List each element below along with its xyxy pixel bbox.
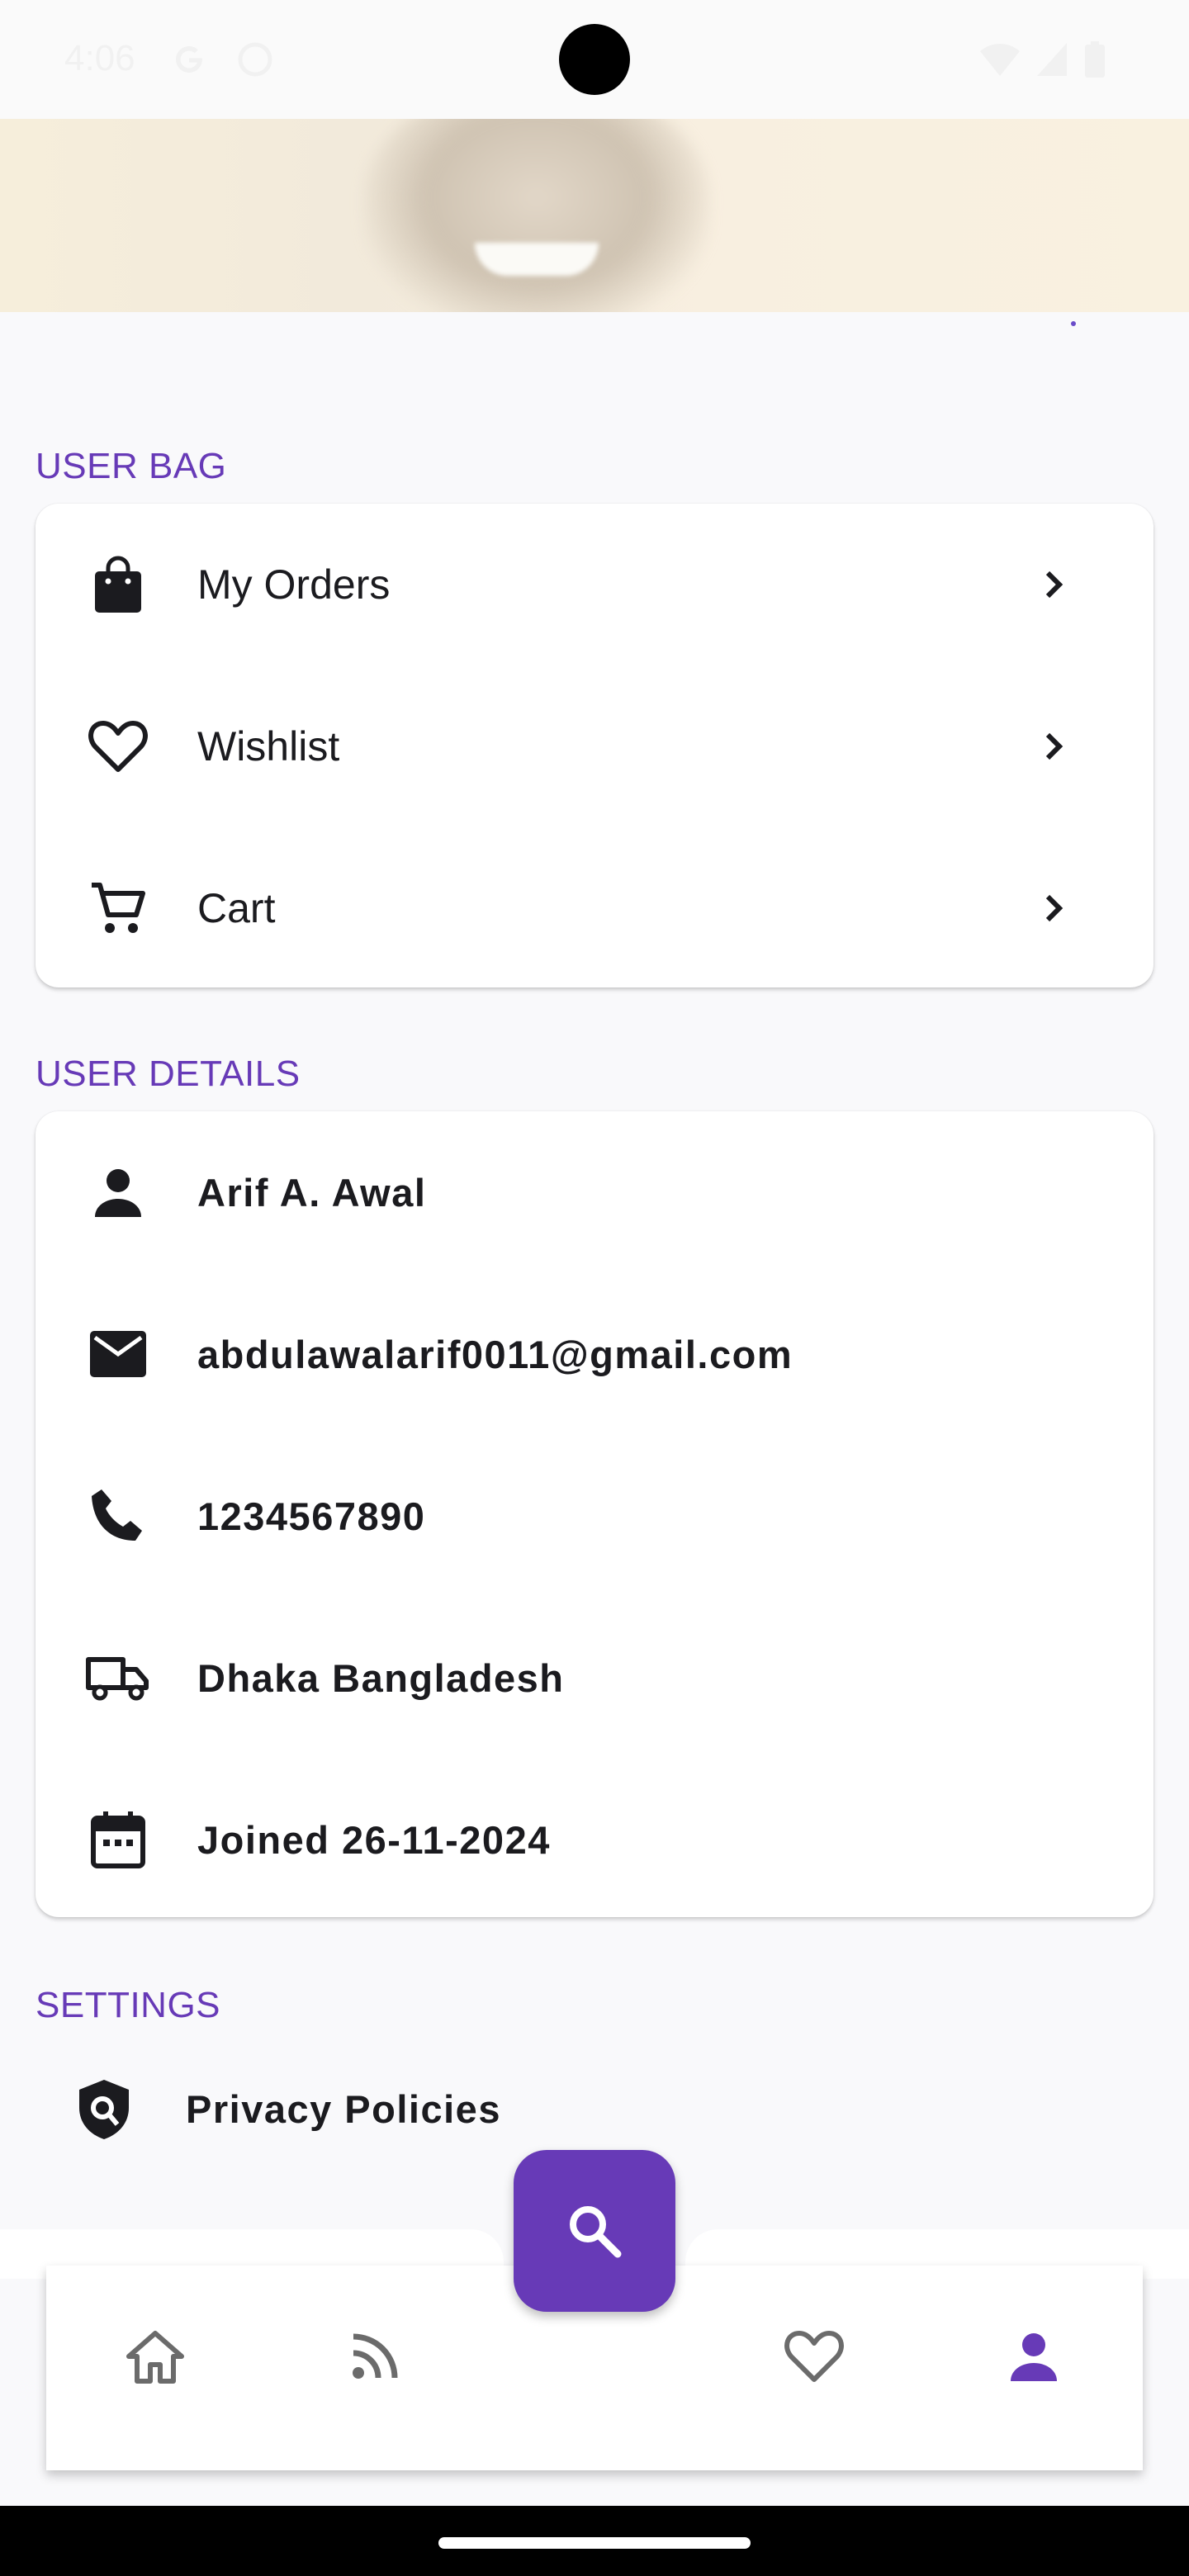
section-title-user-bag: USER BAG: [36, 446, 227, 486]
detail-row-joined: Joined 26-11-2024: [36, 1759, 1153, 1920]
google-icon: [176, 46, 202, 73]
menu-item-label: My Orders: [197, 561, 391, 608]
user-details-card: Arif A. Awal abdulawalarif0011@gmail.com…: [36, 1111, 1153, 1917]
profile-photo: [363, 119, 710, 312]
user-name: Arif A. Awal: [197, 1170, 427, 1215]
photo-detail: [475, 243, 599, 276]
heart-outline-icon: [784, 2331, 844, 2382]
detail-row-name: Arif A. Awal: [36, 1111, 1153, 1273]
chevron-right-icon: [1030, 883, 1079, 933]
chevron-right-icon: [1030, 722, 1079, 771]
user-phone: 1234567890: [197, 1494, 426, 1538]
search-icon: [570, 2206, 622, 2258]
user-bag-card: My Orders Wishlist Cart: [36, 504, 1153, 987]
person-icon: [1011, 2333, 1057, 2381]
section-title-user-details: USER DETAILS: [36, 1054, 301, 1094]
menu-item-label: Wishlist: [197, 723, 340, 769]
nav-profile-button[interactable]: [992, 2315, 1075, 2398]
profile-cover-image: [0, 119, 1189, 312]
user-email: abdulawalarif0011@gmail.com: [197, 1332, 793, 1376]
nav-wishlist-button[interactable]: [773, 2315, 855, 2398]
menu-item-cart[interactable]: Cart: [36, 827, 1153, 989]
shield-search-icon: [71, 2076, 137, 2143]
home-gesture-indicator[interactable]: [438, 2537, 751, 2549]
menu-item-my-orders[interactable]: My Orders: [36, 504, 1153, 665]
person-icon: [85, 1159, 151, 1225]
signal-icon: [1037, 43, 1067, 76]
user-joined-date: Joined 26-11-2024: [197, 1817, 551, 1862]
wifi-icon: [980, 44, 1020, 76]
menu-item-privacy-policies[interactable]: Privacy Policies: [36, 2064, 1153, 2155]
sync-icon: [238, 42, 272, 77]
search-fab-button[interactable]: [514, 2150, 675, 2312]
detail-row-phone: 1234567890: [36, 1435, 1153, 1597]
settings-item-label: Privacy Policies: [186, 2087, 501, 2131]
battery-icon: [1085, 41, 1105, 78]
phone-icon: [85, 1483, 151, 1549]
chevron-right-icon: [1030, 560, 1079, 609]
section-title-settings: SETTINGS: [36, 1985, 221, 2025]
calendar-icon: [85, 1807, 151, 1873]
rss-feed-icon: [353, 2333, 398, 2379]
detail-row-email: abdulawalarif0011@gmail.com: [36, 1273, 1153, 1435]
user-address: Dhaka Bangladesh: [197, 1655, 565, 1700]
shopping-bag-icon: [85, 552, 151, 618]
nav-home-button[interactable]: [114, 2315, 197, 2398]
nav-feed-button[interactable]: [334, 2315, 416, 2398]
page-indicator-dot: [1071, 321, 1076, 326]
detail-row-address: Dhaka Bangladesh: [36, 1597, 1153, 1759]
menu-item-label: Cart: [197, 885, 276, 931]
cart-icon: [85, 875, 151, 941]
status-bar: 4:06: [0, 0, 1189, 119]
menu-item-wishlist[interactable]: Wishlist: [36, 665, 1153, 827]
camera-cutout: [559, 24, 630, 95]
status-time: 4:06: [64, 38, 135, 78]
heart-outline-icon: [85, 713, 151, 779]
delivery-truck-icon: [85, 1645, 151, 1711]
home-icon: [126, 2331, 184, 2384]
email-icon: [85, 1321, 151, 1387]
